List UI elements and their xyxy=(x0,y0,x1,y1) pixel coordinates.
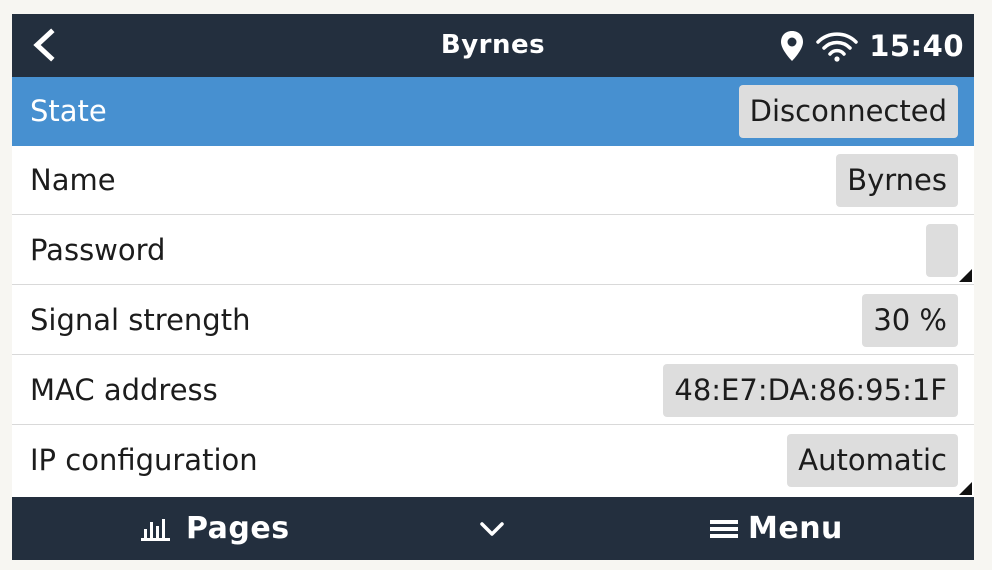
chevron-down-icon xyxy=(480,521,504,536)
name-value: Byrnes xyxy=(836,154,958,207)
menu-button[interactable]: Menu xyxy=(708,497,843,560)
password-label: Password xyxy=(30,233,166,267)
wifi-icon xyxy=(816,31,858,62)
ip-configuration-row[interactable]: IP configuration Automatic xyxy=(12,426,974,497)
bar-chart-icon xyxy=(141,518,170,541)
state-label: State xyxy=(30,94,107,128)
mac-address-row[interactable]: MAC address 48:E7:DA:86:95:1F xyxy=(12,356,974,425)
ip-configuration-value[interactable]: Automatic xyxy=(787,434,958,487)
signal-strength-row[interactable]: Signal strength 30 % xyxy=(12,286,974,355)
state-value: Disconnected xyxy=(738,85,958,138)
title-bar: Byrnes 15:40 xyxy=(12,14,974,77)
hamburger-icon xyxy=(710,519,738,538)
password-row[interactable]: Password xyxy=(12,216,974,285)
location-pin-icon xyxy=(781,30,804,61)
mac-address-label: MAC address xyxy=(30,373,218,407)
state-row[interactable]: State Disconnected xyxy=(12,77,974,146)
signal-strength-label: Signal strength xyxy=(30,303,251,337)
editable-indicator xyxy=(959,269,972,282)
name-row[interactable]: Name Byrnes xyxy=(12,146,974,215)
editable-indicator xyxy=(959,482,972,495)
pages-button[interactable]: Pages xyxy=(140,497,290,560)
pages-label: Pages xyxy=(186,511,290,546)
menu-label: Menu xyxy=(748,511,843,546)
status-area: 15:40 xyxy=(779,14,964,77)
mac-address-value: 48:E7:DA:86:95:1F xyxy=(663,364,958,417)
scroll-down-button[interactable] xyxy=(476,497,508,560)
clock-time: 15:40 xyxy=(869,28,964,63)
signal-strength-value: 30 % xyxy=(862,294,958,347)
bottom-bar: Pages Menu xyxy=(12,497,974,560)
device-screen: Byrnes 15:40 State Disconnected Name Byr… xyxy=(12,14,974,560)
ip-configuration-label: IP configuration xyxy=(30,443,258,477)
name-label: Name xyxy=(30,163,116,197)
password-field[interactable] xyxy=(926,224,958,277)
